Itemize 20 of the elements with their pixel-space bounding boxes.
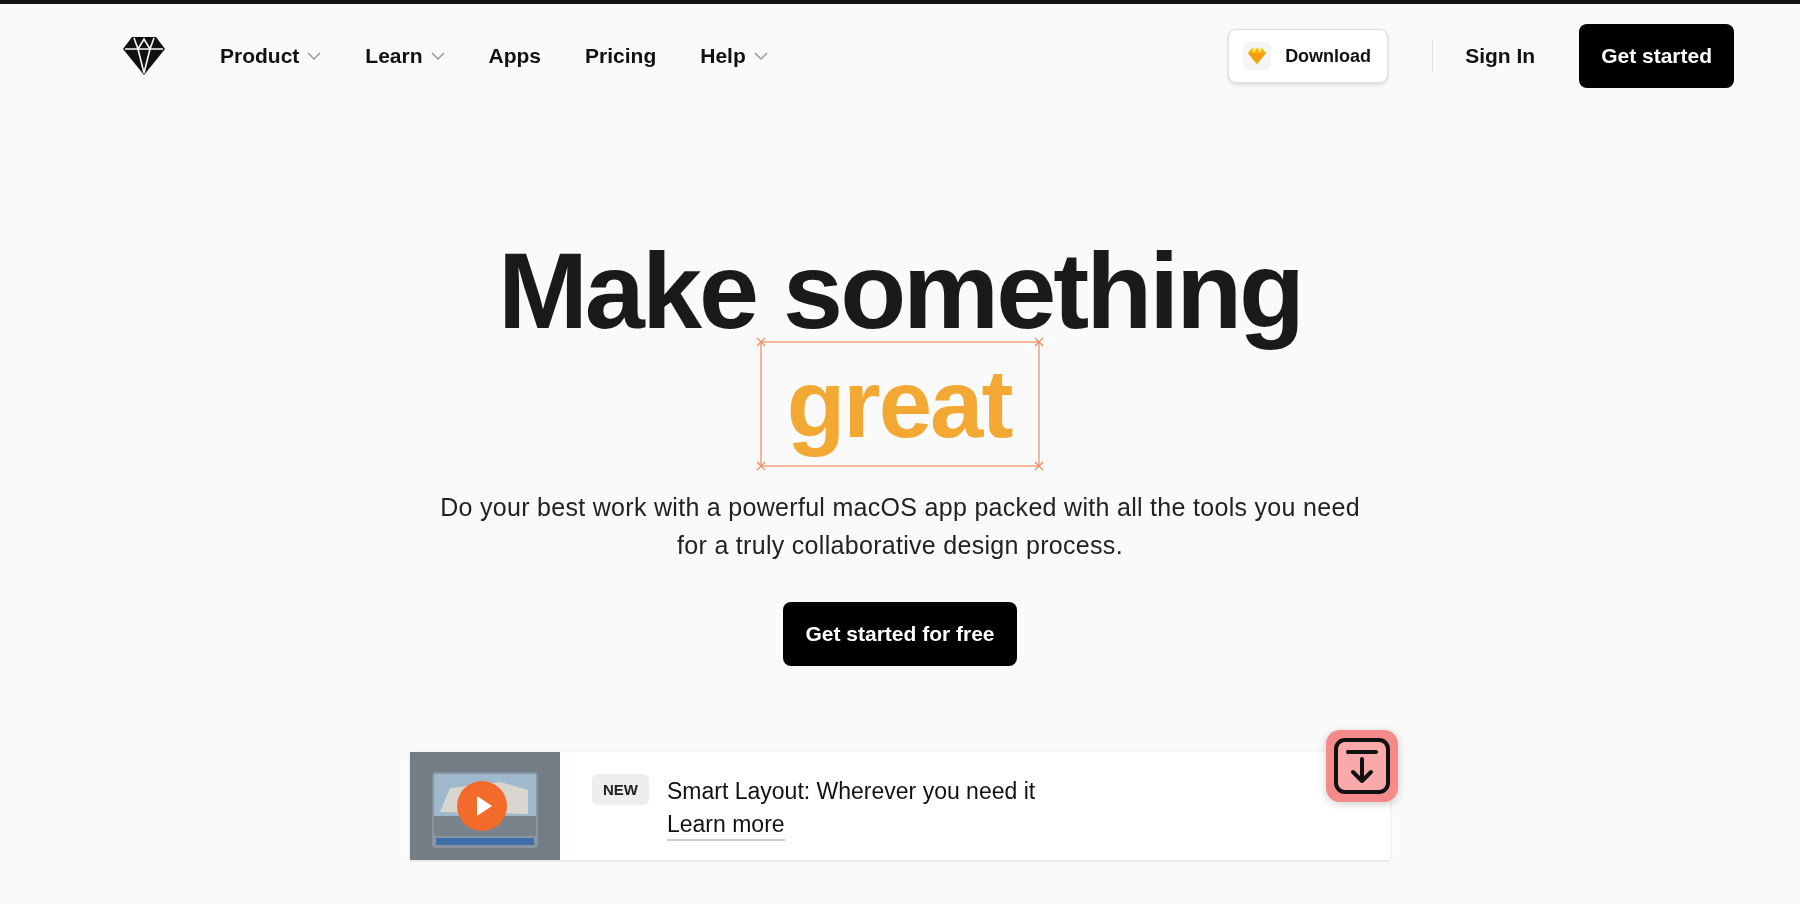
banner-headline: Smart Layout: Wherever you need it: [667, 778, 1036, 805]
download-button[interactable]: Download: [1228, 29, 1389, 83]
chevron-down-icon: [753, 52, 768, 60]
sign-in-link[interactable]: Sign In: [1465, 44, 1536, 68]
chevron-down-icon: [307, 52, 322, 60]
chevron-down-icon: [430, 52, 445, 60]
highlight-word: great: [785, 350, 1013, 459]
nav-link[interactable]: Help: [700, 44, 768, 68]
hero-subtitle: Do your best work with a powerful macOS app packed with all the tools you need for a truly collaborative design process.: [439, 492, 1361, 561]
diamond-icon: [1247, 47, 1268, 65]
nav-link[interactable]: Product: [220, 44, 322, 68]
nav-link[interactable]: Apps: [488, 44, 542, 68]
learn-more-link[interactable]: Learn more: [667, 811, 785, 841]
get-started-free-button[interactable]: Get started for free: [783, 602, 1017, 666]
get-started-button[interactable]: Get started: [1579, 24, 1734, 88]
diamond-logo-icon[interactable]: [122, 36, 166, 76]
new-badge: NEW: [592, 774, 649, 805]
nav-link[interactable]: Learn: [365, 44, 445, 68]
nav-link[interactable]: Pricing: [585, 44, 657, 68]
play-button-icon[interactable]: [457, 781, 507, 831]
